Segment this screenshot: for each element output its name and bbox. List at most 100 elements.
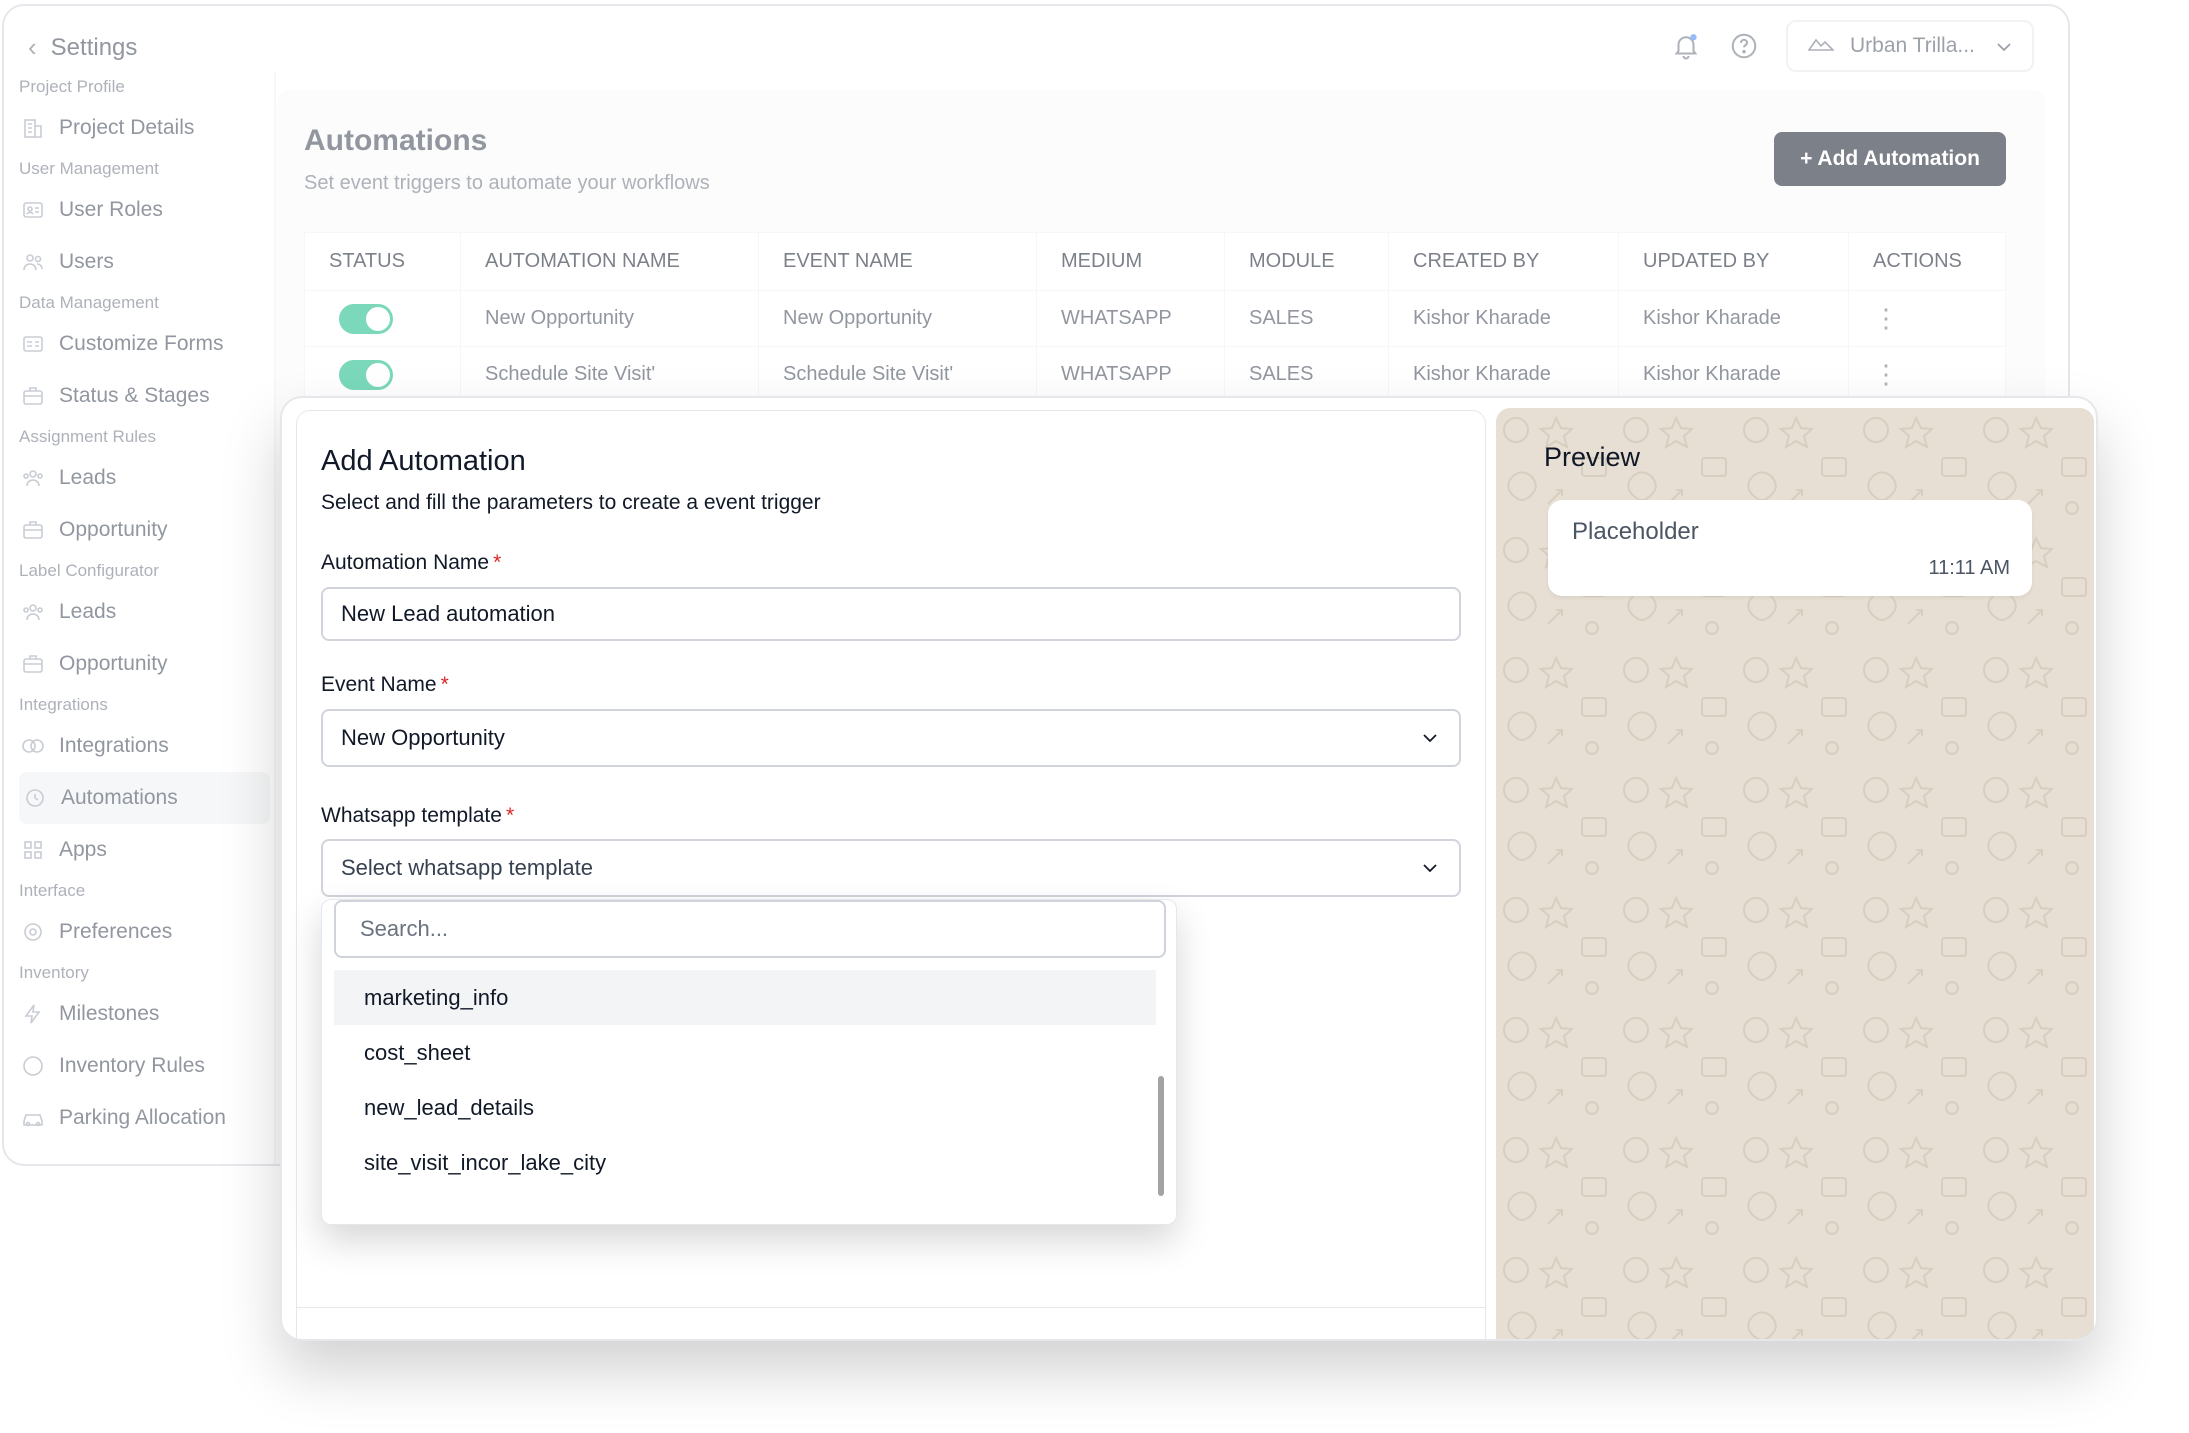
automation-name-cell: New Opportunity <box>461 291 759 346</box>
sidebar-item-milestones[interactable]: Milestones <box>4 988 264 1040</box>
medium-cell: WHATSAPP <box>1037 291 1225 346</box>
users-group-icon <box>21 466 45 490</box>
gear-icon <box>21 920 45 944</box>
template-option-cost-sheet[interactable]: cost_sheet <box>334 1025 1156 1080</box>
sidebar-item-status-stages[interactable]: Status & Stages <box>4 370 264 422</box>
more-vertical-icon[interactable]: ⋮ <box>1873 359 1899 390</box>
id-card-icon <box>21 198 45 222</box>
template-options-list: marketing_info cost_sheet new_lead_detai… <box>334 970 1156 1190</box>
template-search-input[interactable]: Search... <box>334 900 1166 958</box>
back-label: Settings <box>50 33 138 61</box>
medium-cell: WHATSAPP <box>1037 347 1225 402</box>
mountain-icon <box>1807 33 1835 59</box>
link-icon <box>21 734 45 758</box>
bolt-icon <box>21 1002 45 1026</box>
sidebar-item-label: Parking Allocation <box>59 1106 226 1129</box>
whatsapp-template-label: Whatsapp template * <box>321 804 514 828</box>
required-mark: * <box>493 551 502 574</box>
sidebar-item-automations[interactable]: Automations <box>19 772 270 824</box>
automation-name-cell: Schedule Site Visit' <box>461 347 759 402</box>
sidebar-item-label: Customize Forms <box>59 332 224 355</box>
event-name-cell: Schedule Site Visit' <box>759 347 1037 402</box>
event-name-label: Event Name * <box>321 673 449 697</box>
column-header: UPDATED BY <box>1619 233 1849 290</box>
users-group-icon <box>21 600 45 624</box>
circle-icon <box>21 1054 45 1078</box>
sidebar-item-users[interactable]: Users <box>4 236 264 288</box>
sidebar-item-inventory-rules[interactable]: Inventory Rules <box>4 1040 264 1092</box>
sidebar-item-label: User Roles <box>59 198 163 221</box>
top-bar: ‹ Settings Urban Trilla... <box>4 6 2068 82</box>
status-toggle[interactable] <box>339 359 393 390</box>
template-option-new-lead-details[interactable]: new_lead_details <box>334 1080 1156 1135</box>
sidebar-item-label: Integrations <box>59 734 169 757</box>
chevron-left-icon: ‹ <box>28 32 37 62</box>
sidebar-item-assignment-leads[interactable]: Leads <box>4 452 264 504</box>
column-header: AUTOMATION NAME <box>461 233 759 290</box>
settings-sidebar: Project Profile Project Details User Man… <box>4 72 276 1164</box>
whatsapp-preview-panel: Preview Placeholder 11:11 AM <box>1496 408 2094 1339</box>
sidebar-item-integrations[interactable]: Integrations <box>4 720 264 772</box>
module-cell: SALES <box>1225 347 1389 402</box>
column-header: STATUS <box>305 233 461 290</box>
event-name-value: New Opportunity <box>341 725 505 750</box>
column-header: MODULE <box>1225 233 1389 290</box>
status-toggle[interactable] <box>339 303 393 334</box>
updated-by-cell: Kishor Kharade <box>1619 347 1849 402</box>
sidebar-item-customize-forms[interactable]: Customize Forms <box>4 318 264 370</box>
message-bubble: Placeholder 11:11 AM <box>1548 500 2032 596</box>
template-option-site-visit[interactable]: site_visit_incor_lake_city <box>334 1135 1156 1190</box>
users-icon <box>21 250 45 274</box>
event-name-select[interactable]: New Opportunity <box>321 709 1461 767</box>
sidebar-item-assignment-opportunity[interactable]: Opportunity <box>4 504 264 556</box>
table-row: Schedule Site Visit' Schedule Site Visit… <box>305 347 2005 403</box>
table-header-row: STATUS AUTOMATION NAME EVENT NAME MEDIUM… <box>305 233 2005 291</box>
sidebar-section-inventory: Inventory <box>19 963 89 982</box>
whatsapp-template-select[interactable]: Select whatsapp template <box>321 839 1461 897</box>
actions-cell: ⋮ <box>1849 291 2005 346</box>
sidebar-item-user-roles[interactable]: User Roles <box>4 184 264 236</box>
dropdown-scrollbar[interactable] <box>1158 1076 1164 1196</box>
message-text: Placeholder <box>1572 518 1699 545</box>
help-icon[interactable] <box>1728 30 1760 62</box>
sidebar-item-label: Users <box>59 250 114 273</box>
add-automation-button[interactable]: + Add Automation <box>1774 132 2006 186</box>
sidebar-item-parking-allocation[interactable]: Parking Allocation <box>4 1092 264 1144</box>
top-right-actions: Urban Trilla... <box>1670 20 2034 72</box>
column-header: ACTIONS <box>1873 250 1962 272</box>
sidebar-item-project-details[interactable]: Project Details <box>4 102 264 154</box>
sidebar-item-apps[interactable]: Apps <box>4 824 264 876</box>
sidebar-item-label: Project Details <box>59 116 195 139</box>
required-mark: * <box>505 804 515 827</box>
field-label-text: Whatsapp template <box>321 804 502 827</box>
more-vertical-icon[interactable]: ⋮ <box>1873 303 1899 334</box>
sidebar-item-label: Milestones <box>59 1002 160 1025</box>
briefcase-icon <box>21 652 45 676</box>
modal-title: Add Automation <box>321 445 526 477</box>
automations-table: STATUS AUTOMATION NAME EVENT NAME MEDIUM… <box>304 232 2006 404</box>
sidebar-item-preferences[interactable]: Preferences <box>4 906 264 958</box>
preview-title: Preview <box>1544 442 1641 472</box>
sidebar-section-interface: Interface <box>19 881 86 900</box>
field-label-text: Automation Name <box>321 551 490 574</box>
message-time: 11:11 AM <box>1928 557 2010 579</box>
template-dropdown: Search... marketing_info cost_sheet new_… <box>321 899 1177 1225</box>
sidebar-item-label: Opportunity <box>59 652 168 675</box>
page-title: Automations <box>304 124 488 157</box>
sidebar-item-label-leads[interactable]: Leads <box>4 586 264 638</box>
created-by-cell: Kishor Kharade <box>1389 291 1619 346</box>
sidebar-item-label: Leads <box>59 600 117 623</box>
back-button[interactable]: ‹ Settings <box>28 32 137 63</box>
sidebar-item-label: Opportunity <box>59 518 168 541</box>
modal-subtitle: Select and fill the parameters to create… <box>321 491 821 514</box>
chevron-down-icon <box>1419 727 1441 749</box>
sidebar-item-label-opportunity[interactable]: Opportunity <box>4 638 264 690</box>
sidebar-item-label: Apps <box>59 838 107 861</box>
bell-icon[interactable] <box>1670 30 1702 62</box>
automation-name-input[interactable]: New Lead automation <box>321 587 1461 641</box>
car-icon <box>21 1106 45 1130</box>
org-selector[interactable]: Urban Trilla... <box>1786 20 2034 72</box>
automation-name-label: Automation Name * <box>321 551 501 575</box>
template-option-marketing-info[interactable]: marketing_info <box>334 970 1156 1025</box>
actions-cell: ⋮ <box>1849 347 2005 402</box>
